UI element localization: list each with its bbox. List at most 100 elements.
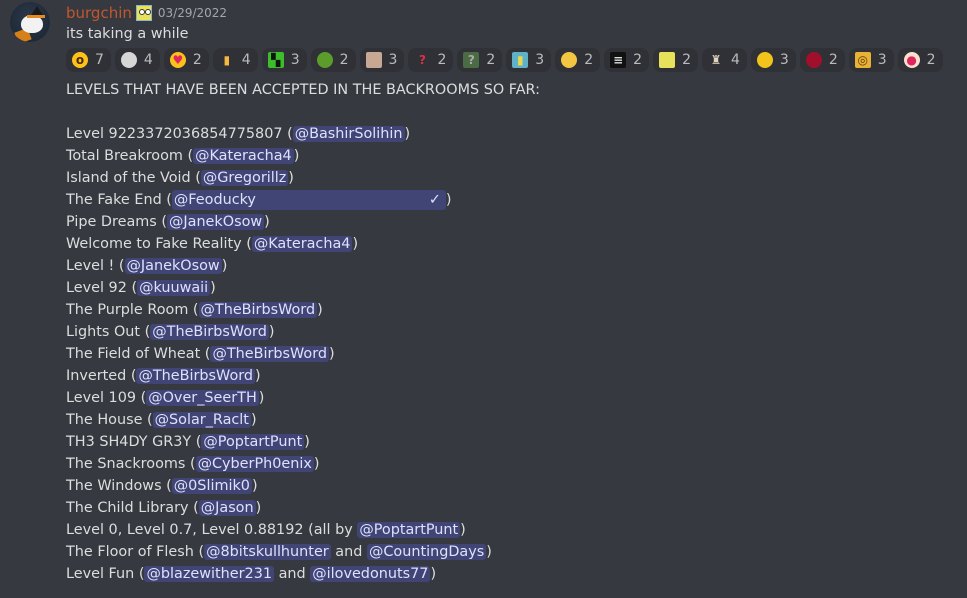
- reaction-button[interactable]: 3: [359, 48, 405, 72]
- user-mention[interactable]: @Jason: [198, 500, 256, 516]
- reaction-button[interactable]: 3: [750, 48, 796, 72]
- reaction-count: 3: [877, 52, 887, 68]
- user-mention[interactable]: @PoptartPunt: [357, 522, 461, 538]
- mention-text: @PoptartPunt: [203, 434, 303, 450]
- user-mention[interactable]: @Over_SeerTH: [146, 390, 259, 406]
- reaction-button[interactable]: 2: [799, 48, 845, 72]
- mention-text: @kuuwaii: [139, 280, 209, 296]
- reaction-count: 2: [682, 52, 691, 68]
- user-mention[interactable]: @BashirSolihin: [292, 126, 405, 142]
- mention-text: @Kateracha4: [253, 236, 351, 252]
- man-face-custom-icon: [365, 52, 382, 68]
- red-gem-custom-icon: [805, 52, 822, 68]
- reaction-button[interactable]: o7: [66, 48, 111, 72]
- reaction-count: 3: [535, 52, 545, 68]
- user-mention[interactable]: @ilovedonuts77: [310, 566, 431, 582]
- level-line: TH3 SH4DY GR3Y (@PoptartPunt): [66, 431, 310, 453]
- reaction-button[interactable]: 2: [653, 48, 698, 72]
- level-line: Lights Out (@TheBirbsWord): [66, 321, 274, 343]
- reaction-button[interactable]: ♜ 4: [701, 48, 747, 72]
- level-name: Welcome to Fake Reality (: [66, 236, 252, 252]
- level-line: The Child Library (@Jason): [66, 497, 261, 519]
- reaction-button[interactable]: ● 2: [897, 48, 943, 72]
- level-name: Level Fun (: [66, 566, 145, 582]
- level-suffix: ): [329, 346, 335, 362]
- user-mention[interactable]: @JanekOsow: [166, 214, 265, 230]
- reaction-button[interactable]: 2: [555, 48, 601, 72]
- level-suffix: ): [304, 434, 310, 450]
- reaction-button[interactable]: ? 2: [457, 48, 503, 72]
- user-mention[interactable]: @Kateracha4: [193, 148, 294, 164]
- reaction-button[interactable]: ◎ 3: [848, 48, 894, 72]
- user-mention[interactable]: @CountingDays: [366, 544, 487, 560]
- reaction-count: 2: [192, 52, 202, 68]
- user-mention[interactable]: @TheBirbsWord: [210, 346, 329, 362]
- level-suffix: ): [255, 368, 261, 384]
- user-avatar[interactable]: [10, 2, 50, 42]
- user-mention[interactable]: @TheBirbsWord: [136, 368, 256, 384]
- level-suffix: ): [210, 280, 216, 296]
- avatar-hat-band-shape: [27, 15, 45, 18]
- user-mention[interactable]: @TheBirbsWord: [198, 302, 318, 318]
- red-question-mark-icon: ?: [418, 53, 426, 67]
- reaction-count: 2: [486, 52, 496, 68]
- message-timestamp[interactable]: 03/29/2022: [158, 6, 227, 20]
- level-suffix: ): [430, 566, 437, 582]
- level-line: The Snackrooms (@CyberPh0enix): [66, 453, 320, 475]
- user-mention[interactable]: @CyberPh0enix: [195, 456, 314, 472]
- user-mention[interactable]: @Solar_Raclt: [152, 412, 251, 428]
- hushed-face-icon: o: [72, 52, 88, 68]
- reaction-count: 2: [828, 52, 838, 68]
- reaction-button[interactable]: ▮ 4: [212, 48, 258, 72]
- mention-joiner: and: [330, 544, 367, 560]
- level-suffix: ): [255, 500, 262, 516]
- level-suffix: ): [445, 192, 452, 208]
- reaction-button[interactable]: ▚ 3: [261, 48, 307, 72]
- reaction-button[interactable]: ≡ 2: [604, 48, 650, 72]
- level-line: Level 109 (@Over_SeerTH): [66, 387, 264, 409]
- user-mention[interactable]: @0Slimik0: [171, 478, 252, 494]
- user-mention[interactable]: @PoptartPunt: [201, 434, 305, 450]
- user-mention[interactable]: @TheBirbsWord: [150, 324, 269, 340]
- reaction-button[interactable]: 4: [114, 48, 160, 72]
- nerd-face-custom-icon: ◎: [854, 52, 871, 68]
- user-mention[interactable]: @Kateracha4: [251, 236, 353, 252]
- level-suffix: ): [268, 324, 275, 340]
- level-name: The Windows (: [66, 478, 172, 494]
- user-mention[interactable]: @JanekOsow: [124, 258, 222, 274]
- reaction-count: 3: [779, 52, 789, 68]
- mention-text: @TheBirbsWord: [212, 346, 327, 362]
- level-suffix: ): [317, 302, 323, 318]
- mention-text: @0Slimik0: [173, 478, 250, 494]
- mention-text: @JanekOsow: [126, 258, 220, 274]
- reaction-button[interactable]: ♥ 2: [163, 48, 209, 72]
- level-suffix: ): [460, 522, 466, 538]
- face-with-raised-eyebrow-icon: [561, 52, 578, 68]
- green-blob-custom-icon: [316, 52, 333, 68]
- user-mention[interactable]: @Feoducky ✓: [171, 190, 446, 210]
- mention-text: @blazewither231: [146, 566, 273, 582]
- reaction-count: 4: [730, 52, 740, 68]
- reaction-button[interactable]: ? 2: [408, 48, 454, 72]
- username[interactable]: burgchin: [66, 4, 132, 22]
- user-mention[interactable]: @blazewither231: [144, 566, 275, 582]
- spongebob-role-icon[interactable]: [135, 5, 152, 21]
- mention-text: @CyberPh0enix: [197, 456, 312, 472]
- user-mention[interactable]: @Gregorillz: [200, 170, 289, 186]
- level-suffix: ): [293, 148, 300, 164]
- user-mention[interactable]: @kuuwaii: [137, 280, 211, 296]
- user-mention[interactable]: @8bitskullhunter: [204, 544, 331, 560]
- reaction-count: 2: [926, 52, 936, 68]
- level-line: The Fake End (@Feoducky ✓): [66, 189, 452, 211]
- tongue-face-custom-icon: [756, 52, 773, 68]
- mention-text: @ilovedonuts77: [312, 566, 429, 582]
- reaction-button[interactable]: ▮ 3: [506, 48, 552, 72]
- levels-heading: LEVELS THAT HAVE BEEN ACCEPTED IN THE BA…: [66, 82, 540, 98]
- reaction-count: 7: [95, 52, 104, 68]
- level-suffix: ): [258, 390, 265, 406]
- level-suffix: ): [264, 214, 270, 230]
- level-line: Island of the Void (@Gregorillz): [66, 167, 294, 189]
- level-line: Welcome to Fake Reality (@Kateracha4): [66, 233, 358, 255]
- reaction-button[interactable]: 2: [310, 48, 356, 72]
- level-line: The Field of Wheat (@TheBirbsWord): [66, 343, 335, 365]
